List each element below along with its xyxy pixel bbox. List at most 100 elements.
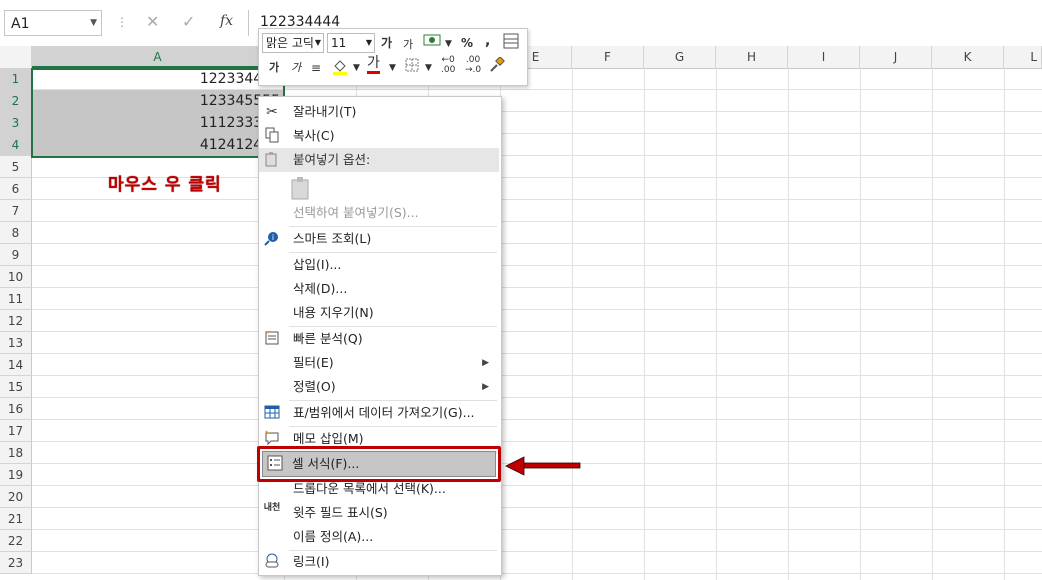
menu-item-label: 드롭다운 목록에서 선택(K)... <box>293 481 446 496</box>
row-header[interactable]: 8 <box>0 222 32 244</box>
menu-item-insert[interactable]: 삽입(I)... <box>259 253 499 277</box>
menu-item-show-phonetic-field[interactable]: 내천 윗주 필드 표시(S) <box>259 501 499 525</box>
context-menu: ✂ 잘라내기(T) 복사(C) 붙여넣기 옵션: 선택하여 붙여넣기(S)...… <box>258 96 502 576</box>
grid-line <box>788 68 789 580</box>
grid-line <box>1004 68 1005 580</box>
menu-item-sort[interactable]: 정렬(O) ▶ <box>259 375 499 399</box>
menu-item-delete[interactable]: 삭제(D)... <box>259 277 499 301</box>
row-header[interactable]: 13 <box>0 332 32 354</box>
cut-icon: ✂ <box>266 104 278 120</box>
decrease-decimal-top: .00 <box>465 55 481 65</box>
menu-paste-options-header: 붙여넣기 옵션: <box>259 148 499 172</box>
menu-item-link[interactable]: 링크(I) <box>259 550 499 574</box>
paste-option-button[interactable] <box>289 175 313 201</box>
grid-line <box>572 68 573 580</box>
chevron-down-icon[interactable]: ▼ <box>445 35 452 53</box>
decrease-decimal-button[interactable]: .00 →.0 <box>465 55 481 75</box>
format-table-icon[interactable] <box>503 33 519 54</box>
chevron-down-icon: ▼ <box>365 38 372 47</box>
borders-icon[interactable] <box>405 58 419 77</box>
select-all-corner[interactable] <box>0 46 32 68</box>
chevron-down-icon[interactable]: ▼ <box>389 59 396 77</box>
menu-item-copy[interactable]: 복사(C) <box>259 124 499 148</box>
row-header[interactable]: 12 <box>0 310 32 332</box>
row-header[interactable]: 15 <box>0 376 32 398</box>
bold-button[interactable]: 가 <box>269 59 279 77</box>
row-header[interactable]: 11 <box>0 288 32 310</box>
row-header[interactable]: 16 <box>0 398 32 420</box>
row-header[interactable]: 1 <box>0 68 32 90</box>
selection-border <box>31 68 285 158</box>
font-name-select[interactable]: 맑은 고딕 ▼ <box>262 33 324 53</box>
comma-style-button[interactable]: , <box>485 32 490 50</box>
chevron-down-icon[interactable]: ▼ <box>425 59 432 77</box>
insert-function-icon[interactable]: fx <box>220 13 233 29</box>
menu-item-define-name[interactable]: 이름 정의(A)... <box>259 525 499 549</box>
font-name-value: 맑은 고딕 <box>266 36 314 50</box>
menu-item-label: 잘라내기(T) <box>293 104 357 119</box>
grid-line <box>716 68 717 580</box>
row-header[interactable]: 9 <box>0 244 32 266</box>
row-header[interactable]: 7 <box>0 200 32 222</box>
row-header[interactable]: 20 <box>0 486 32 508</box>
menu-item-label: 스마트 조회(L) <box>293 231 372 246</box>
grid-line <box>32 221 1042 222</box>
row-header[interactable]: 21 <box>0 508 32 530</box>
menu-item-filter[interactable]: 필터(E) ▶ <box>259 351 499 375</box>
link-icon <box>263 553 281 571</box>
menu-item-smart-lookup[interactable]: i 스마트 조회(L) <box>259 227 499 251</box>
cancel-icon[interactable]: ✕ <box>146 12 159 31</box>
column-header-k[interactable]: K <box>932 46 1004 68</box>
mini-toolbar: 맑은 고딕 ▼ 11 ▼ 가 가 ▼ % , 가 가 ≡ ▼ 가 ▼ ▼ ←0.… <box>258 28 528 86</box>
column-header-l[interactable]: L <box>1004 46 1042 68</box>
format-painter-icon[interactable] <box>489 56 505 78</box>
row-header[interactable]: 3 <box>0 112 32 134</box>
name-box[interactable]: A1 ▼ <box>4 10 102 36</box>
phonetic-icon: 내천 <box>263 503 281 513</box>
column-header-j[interactable]: J <box>860 46 932 68</box>
row-header[interactable]: 23 <box>0 552 32 574</box>
grow-font-button[interactable]: 가 <box>381 34 392 52</box>
menu-item-get-data-from-table[interactable]: 표/범위에서 데이터 가져오기(G)... <box>259 401 499 425</box>
align-center-icon[interactable]: ≡ <box>311 59 321 77</box>
chevron-down-icon[interactable]: ▼ <box>90 18 97 28</box>
grid-line <box>32 529 1042 530</box>
svg-text:i: i <box>272 233 274 242</box>
menu-item-paste-special[interactable]: 선택하여 붙여넣기(S)... <box>259 201 499 225</box>
column-header-f[interactable]: F <box>572 46 644 68</box>
smart-lookup-icon: i <box>263 230 281 248</box>
row-header[interactable]: 17 <box>0 420 32 442</box>
percent-style-button[interactable]: % <box>461 34 473 52</box>
column-header-i[interactable]: I <box>788 46 860 68</box>
row-header[interactable]: 19 <box>0 464 32 486</box>
name-box-value: A1 <box>11 16 30 32</box>
row-header[interactable]: 14 <box>0 354 32 376</box>
menu-item-cut[interactable]: ✂ 잘라내기(T) <box>259 100 499 124</box>
row-header[interactable]: 5 <box>0 156 32 178</box>
accounting-format-icon[interactable] <box>423 33 441 52</box>
font-size-select[interactable]: 11 ▼ <box>327 33 375 53</box>
italic-button[interactable]: 가 <box>291 59 301 77</box>
row-header[interactable]: 10 <box>0 266 32 288</box>
row-header[interactable]: 18 <box>0 442 32 464</box>
row-header[interactable]: 22 <box>0 530 32 552</box>
font-color-button[interactable]: 가 <box>367 55 380 74</box>
menu-item-label: 내용 지우기(N) <box>293 305 374 320</box>
annotation-label: 마우스 우 클릭 <box>108 175 222 195</box>
column-header-h[interactable]: H <box>716 46 788 68</box>
row-header[interactable]: 2 <box>0 90 32 112</box>
menu-item-label: 정렬(O) <box>293 379 336 394</box>
menu-item-quick-analysis[interactable]: 빠른 분석(Q) <box>259 327 499 351</box>
shrink-font-button[interactable]: 가 <box>403 36 413 54</box>
paste-icon <box>263 151 281 169</box>
row-header[interactable]: 4 <box>0 134 32 156</box>
grid-line <box>32 441 1042 442</box>
column-header-g[interactable]: G <box>644 46 716 68</box>
menu-item-clear-contents[interactable]: 내용 지우기(N) <box>259 301 499 325</box>
column-header-a[interactable]: A <box>32 46 284 68</box>
increase-decimal-button[interactable]: ←0.00 <box>441 55 455 75</box>
row-header[interactable]: 6 <box>0 178 32 200</box>
chevron-down-icon[interactable]: ▼ <box>353 59 360 77</box>
fill-color-icon[interactable] <box>331 57 349 80</box>
enter-icon[interactable]: ✓ <box>182 12 195 31</box>
